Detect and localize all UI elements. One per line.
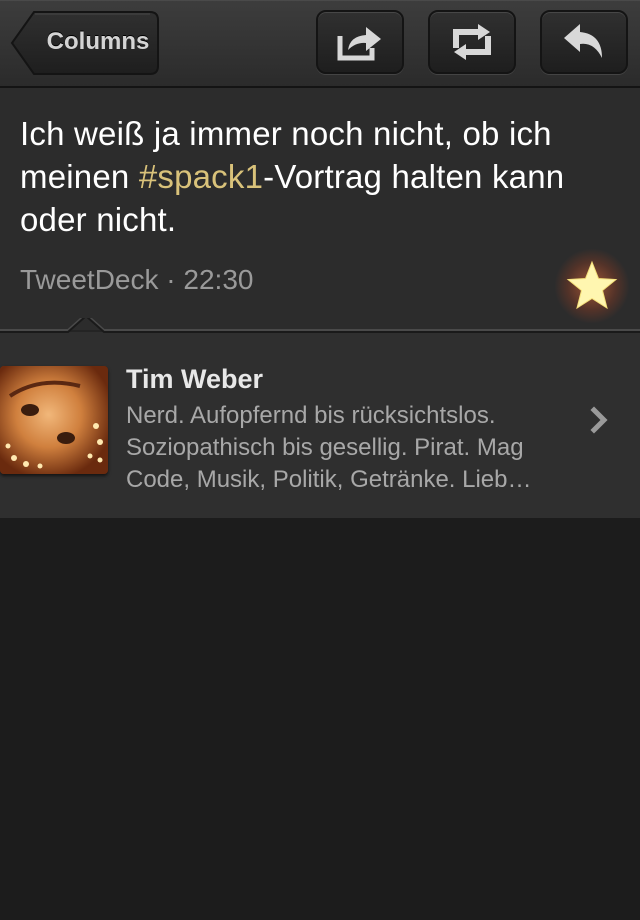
tweet-source[interactable]: TweetDeck	[20, 264, 159, 295]
retweet-button[interactable]	[428, 10, 516, 74]
meta-separator: ·	[166, 264, 176, 295]
reply-icon	[564, 24, 602, 58]
bio-line: Soziopathisch bis gesellig. Pirat. Mag	[126, 434, 524, 461]
reply-button[interactable]	[540, 10, 628, 74]
share-icon	[337, 27, 381, 61]
retweet-icon	[453, 24, 491, 60]
star-icon	[566, 260, 618, 310]
user-profile-row[interactable]: Tim Weber Nerd. Aufopfernd bis rücksicht…	[0, 330, 640, 518]
columns-back-label: Columns	[46, 28, 150, 55]
columns-back-button[interactable]: Columns	[10, 10, 160, 76]
bio-line: Nerd. Aufopfernd bis rücksichtslos.	[126, 402, 496, 429]
favorite-button[interactable]	[554, 248, 630, 324]
toolbar: Columns	[0, 0, 640, 88]
chevron-right-icon	[590, 406, 608, 434]
user-name: Tim Weber	[126, 364, 264, 394]
avatar[interactable]	[0, 366, 108, 474]
pointer-notch	[0, 318, 640, 333]
user-bio: Nerd. Aufopfernd bis rücksichtslos. Sozi…	[126, 400, 586, 496]
tweet-detail-screen: Columns Ich weiß ja immer noch nicht, ob…	[0, 0, 640, 920]
share-button[interactable]	[316, 10, 404, 74]
bio-line: Code, Musik, Politik, Getränke. Lieb…	[126, 466, 532, 493]
hashtag-link[interactable]: #spack1	[139, 158, 263, 195]
tweet-panel: Ich weiß ja immer noch nicht, ob ich mei…	[0, 88, 640, 330]
tweet-meta: TweetDeck · 22:30	[20, 264, 253, 296]
tweet-time: 22:30	[183, 264, 254, 295]
tweet-text: Ich weiß ja immer noch nicht, ob ich mei…	[20, 112, 630, 241]
